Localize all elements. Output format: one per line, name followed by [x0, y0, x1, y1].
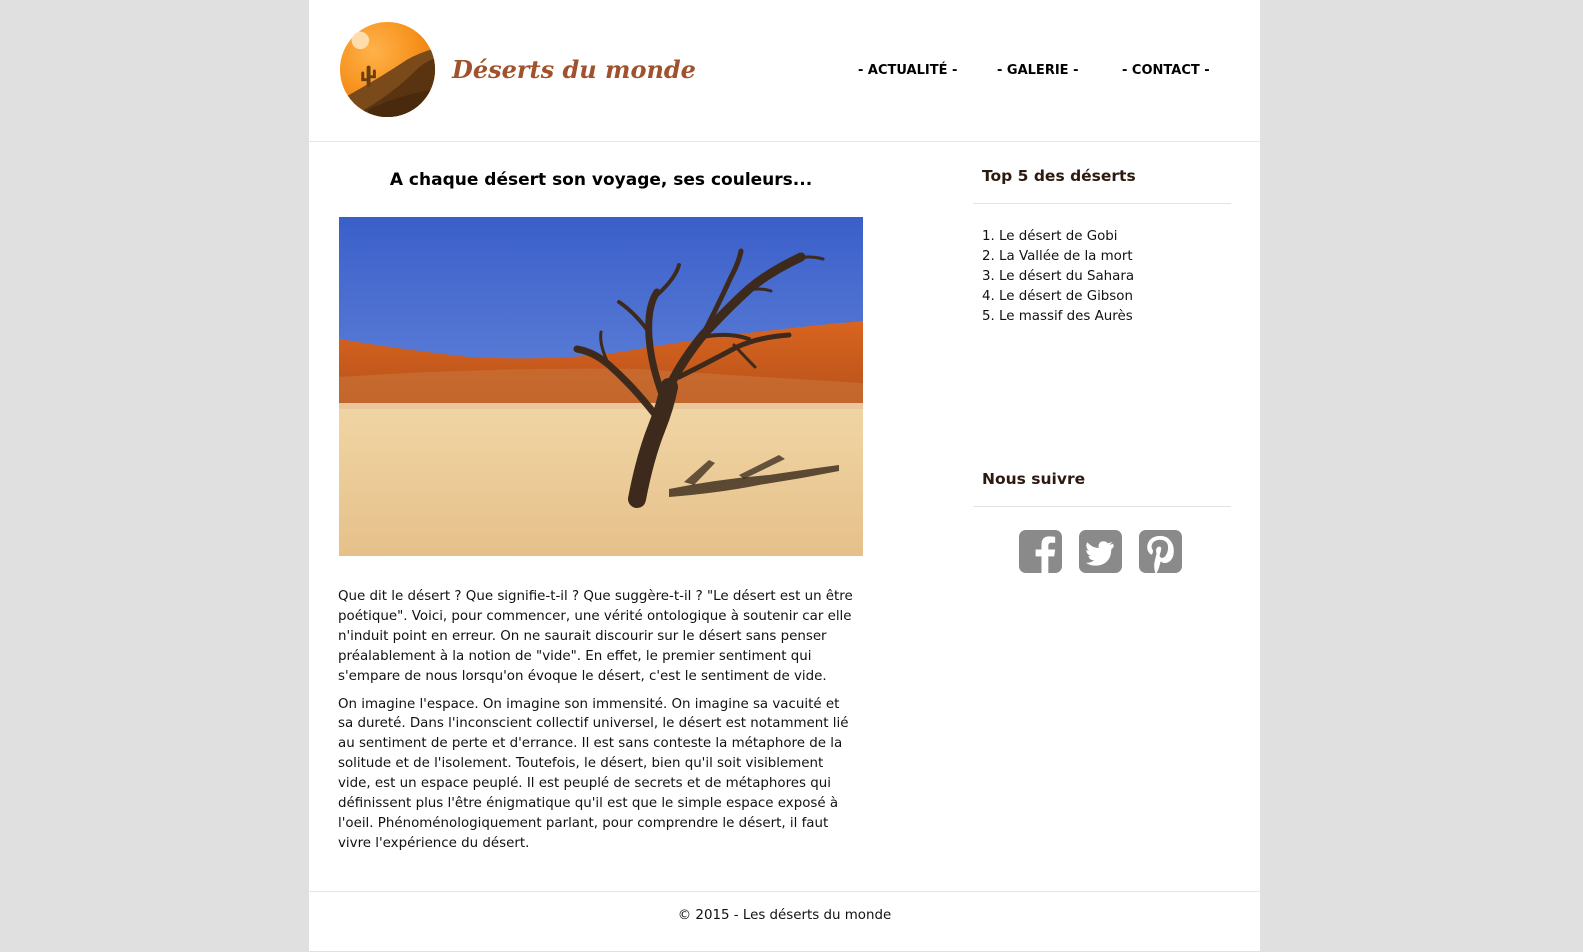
twitter-icon[interactable] [1079, 530, 1122, 573]
site-footer: © 2015 - Les déserts du monde [309, 891, 1260, 952]
top5-list: 1. Le désert de Gobi 2. La Vallée de la … [982, 227, 1134, 327]
sidebar-top-heading: Top 5 des déserts [973, 167, 1231, 204]
follow-heading: Nous suivre [982, 470, 1086, 488]
list-item[interactable]: 4. Le désert de Gibson [982, 287, 1134, 307]
dead-tree-desert-photo [339, 217, 863, 556]
list-item[interactable]: 5. Le massif des Aurès [982, 307, 1134, 327]
article-paragraph: On imagine l'espace. On imagine son imme… [338, 696, 849, 851]
footer-copyright: © 2015 - Les déserts du monde [677, 908, 892, 923]
nav-item-actualite[interactable]: - ACTUALITÉ - [858, 63, 957, 78]
page-container: Déserts du monde - ACTUALITÉ - - GALERIE… [309, 0, 1260, 951]
sidebar-follow-heading: Nous suivre [973, 470, 1231, 507]
pinterest-icon[interactable] [1139, 530, 1182, 573]
main-nav: - ACTUALITÉ - - GALERIE - - CONTACT - [309, 63, 1260, 83]
list-item[interactable]: 1. Le désert de Gobi [982, 227, 1134, 247]
facebook-icon[interactable] [1019, 530, 1062, 573]
nav-item-contact[interactable]: - CONTACT - [1122, 63, 1210, 78]
list-item[interactable]: 2. La Vallée de la mort [982, 247, 1134, 267]
site-header: Déserts du monde - ACTUALITÉ - - GALERIE… [309, 0, 1260, 142]
list-item[interactable]: 3. Le désert du Sahara [982, 267, 1134, 287]
article-body: Que dit le désert ? Que signifie-t-il ? … [338, 587, 858, 862]
article-title: A chaque désert son voyage, ses couleurs… [389, 170, 813, 190]
nav-item-galerie[interactable]: - GALERIE - [997, 63, 1078, 78]
top5-heading: Top 5 des déserts [982, 167, 1136, 185]
article-paragraph: Que dit le désert ? Que signifie-t-il ? … [338, 589, 853, 684]
